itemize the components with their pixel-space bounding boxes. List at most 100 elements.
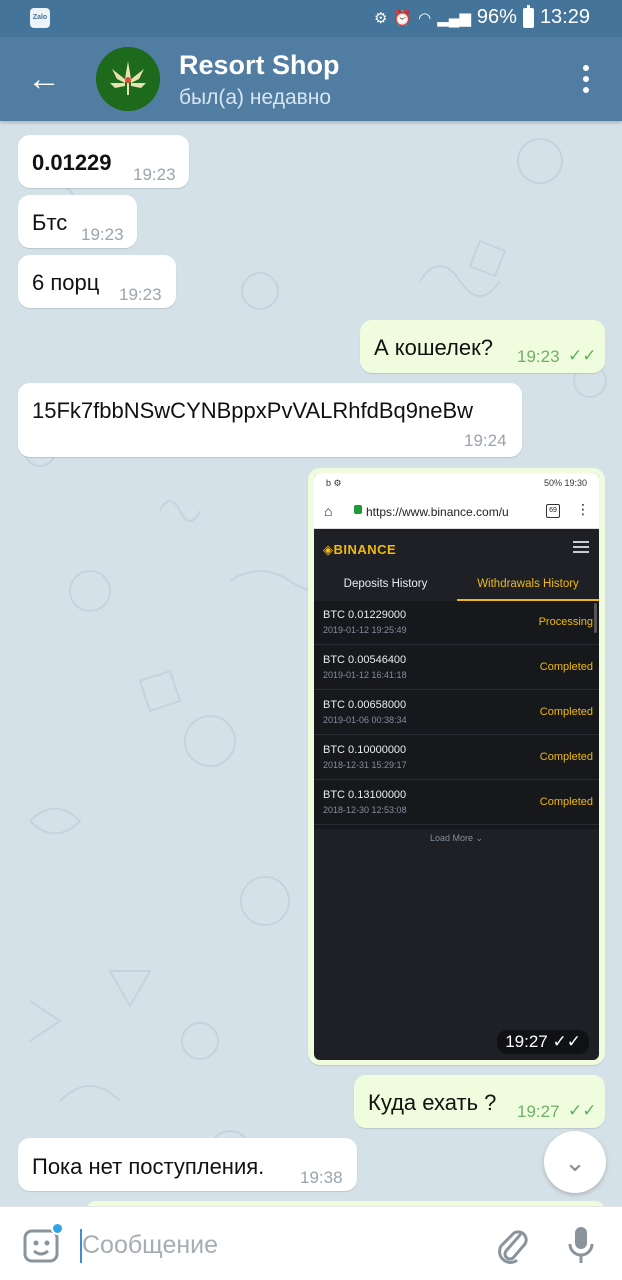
message-input-bar [0,1206,622,1280]
chat-header: ← Resort Shop был(а) недавно [0,37,622,121]
image-message-time: 19:27 ✓✓ [497,1030,589,1054]
withdrawal-status: Completed [539,751,593,763]
message-text: Пока нет поступления. [32,1154,265,1179]
message-text: Куда ехать ? [368,1090,497,1115]
tab-deposits-history: Deposits History [343,578,428,590]
message-bubble-incoming[interactable]: 15Fk7fbbNSwCYNBppxPvVALRhfdBq9neBw 19:24 [18,383,522,457]
message-time: 19:27 [517,1102,560,1121]
screenshot-status-right: 50% 19:30 [544,478,587,488]
more-vertical-icon [583,65,589,71]
message-text: 15Fk7fbbNSwCYNBppxPvVALRhfdBq9neBw [32,398,474,423]
message-time: 19:24 [464,431,507,450]
withdrawals-list: BTC 0.01229000 2019-01-12 19:25:49 Proce… [314,601,599,829]
last-seen-status: был(а) недавно [179,86,332,109]
screenshot-status-bar: b ⚙ 50% 19:30 [314,473,599,495]
paperclip-icon [498,1230,528,1264]
load-more: Load More ⌄ [314,833,599,844]
tabs-count-icon: 69 [546,504,560,518]
history-tabs: Deposits History Withdrawals History [314,569,599,601]
lock-icon [354,505,362,514]
withdrawal-row: BTC 0.13100000 2018-12-30 12:53:08 Compl… [314,781,599,825]
chevron-down-icon: ⌄ [475,833,484,843]
message-bubble-outgoing[interactable]: А кошелек? 19:23 ✓✓ [360,320,605,373]
more-options-button[interactable] [572,61,600,97]
binance-logo: ◈BINANCE [323,542,397,557]
message-bubble-incoming[interactable]: 6 порц 19:23 [18,255,176,308]
status-bar: Zalo ⚙ ⏰ ◠ ▂▄▆ 96% 13:29 [0,0,622,37]
double-check-icon: ✓✓ [552,1032,582,1051]
message-bubble-incoming[interactable]: Пока нет поступления. 19:38 [18,1138,357,1191]
sticker-button[interactable] [22,1222,64,1265]
screenshot-url: https://www.binance.com/u [366,505,509,519]
withdrawal-date: 2019-01-12 16:41:18 [323,670,407,680]
battery-icon [522,4,534,28]
withdrawal-amount: BTC 0.10000000 [323,744,407,756]
message-time: 19:23 [119,285,162,304]
message-bubble-incoming[interactable]: 0.01229 19:23 [18,135,189,188]
notification-icon: ⚙ [373,9,388,27]
signal-icon: ▂▄▆ [437,9,471,27]
withdrawal-status: Completed [539,706,593,718]
load-more-text: Load More [429,833,473,843]
message-text: Бтс [32,210,68,235]
withdrawal-row: BTC 0.01229000 2019-01-12 19:25:49 Proce… [314,601,599,645]
screenshot-scrollbar [594,603,597,633]
chat-area[interactable]: 0.01229 19:23 Бтс 19:23 6 порц 19:23 А к… [0,121,622,1206]
message-text: 6 порц [32,270,100,295]
message-text: 0.01229 [32,150,112,175]
microphone-icon [568,1227,594,1263]
battery-percent: 96% [476,6,517,28]
sticker-notification-dot [51,1222,64,1235]
screenshot-battery: 50% [543,478,562,488]
message-time: 19:23 [81,225,124,244]
message-input[interactable] [82,1225,472,1265]
chat-title: Resort Shop [179,50,340,80]
tab-withdrawals-history: Withdrawals History [457,569,599,601]
wifi-icon: ◠ [418,9,432,27]
chevron-down-icon: ⌄ [564,1147,586,1177]
message-time: 19:23 [517,347,560,366]
withdrawal-date: 2019-01-12 19:25:49 [323,625,407,635]
hamburger-menu-icon [573,541,589,553]
cannabis-leaf-icon [96,47,160,111]
withdrawal-status: Completed [539,661,593,673]
more-vertical-icon-dot [583,76,589,82]
image-message-bubble[interactable]: b ⚙ 50% 19:30 ⌂ https://www.binance.com/… [308,468,605,1065]
withdrawal-amount: BTC 0.00546400 [323,654,407,666]
status-bar-right: ⚙ ⏰ ◠ ▂▄▆ 96% 13:29 [373,4,590,29]
home-icon: ⌂ [324,503,333,519]
message-bubble-incoming[interactable]: Бтс 19:23 [18,195,137,248]
withdrawal-status: Processing [538,616,593,628]
microphone-button[interactable] [566,1224,596,1266]
binance-navbar: ◈BINANCE [314,529,599,569]
back-button[interactable]: ← [24,59,64,99]
withdrawal-row: BTC 0.00658000 2019-01-06 00:38:34 Compl… [314,691,599,735]
withdrawal-date: 2018-12-31 15:29:17 [323,760,407,770]
message-time: 19:38 [300,1168,343,1187]
withdrawal-amount: BTC 0.01229000 [323,609,407,621]
binance-screenshot-image[interactable]: b ⚙ 50% 19:30 ⌂ https://www.binance.com/… [314,473,599,1060]
alarm-icon: ⏰ [393,9,413,27]
message-bubble-outgoing[interactable]: Куда ехать ? 19:27 ✓✓ [354,1075,605,1128]
avatar[interactable] [96,47,160,111]
double-check-icon: ✓✓ [568,1101,597,1120]
screenshot-url-bar: ⌂ https://www.binance.com/u 69 ⋮ [314,495,599,529]
message-time: 19:23 [133,165,176,184]
message-time: 19:27 [505,1032,548,1051]
attach-button[interactable] [494,1225,530,1265]
withdrawal-date: 2019-01-06 00:38:34 [323,715,407,725]
more-vertical-icon-dot [583,87,589,93]
message-text: А кошелек? [374,335,493,360]
withdrawal-row: BTC 0.00546400 2019-01-12 16:41:18 Compl… [314,646,599,690]
screenshot-status-icons: b ⚙ [326,478,342,488]
more-vertical-icon: ⋮ [576,501,590,517]
withdrawal-status: Completed [539,796,593,808]
zalo-app-icon: Zalo [30,8,50,28]
double-check-icon: ✓✓ [568,346,597,365]
withdrawal-amount: BTC 0.00658000 [323,699,407,711]
binance-logo-text: BINANCE [333,542,397,557]
withdrawal-date: 2018-12-30 12:53:08 [323,805,407,815]
arrow-left-icon: ← [27,60,61,98]
clock: 13:29 [539,6,590,28]
scroll-down-button[interactable]: ⌄ [544,1131,606,1193]
